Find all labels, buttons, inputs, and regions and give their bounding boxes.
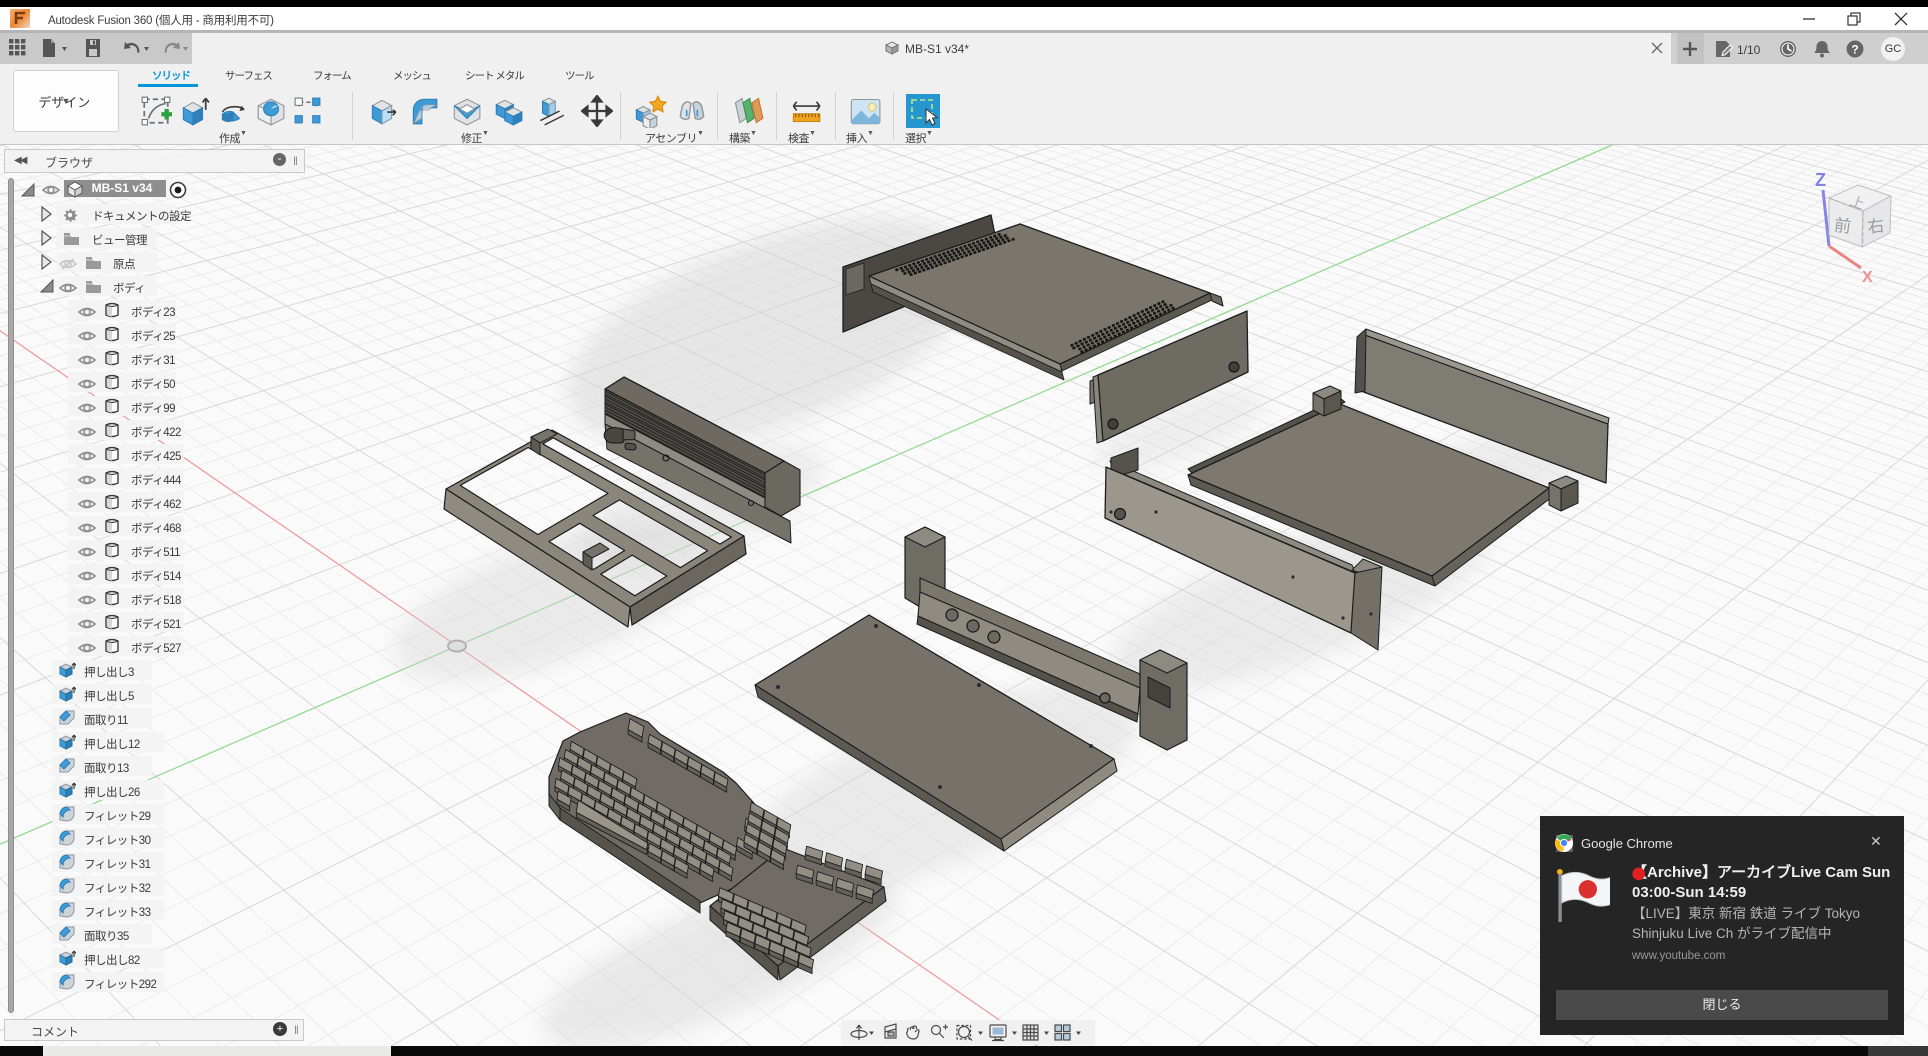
svg-text:?: ?	[1851, 43, 1858, 57]
svg-text:前: 前	[1833, 216, 1852, 237]
svg-text:X: X	[1862, 269, 1873, 286]
svg-text:右: 右	[1866, 216, 1885, 237]
svg-text:Z: Z	[1815, 170, 1826, 190]
